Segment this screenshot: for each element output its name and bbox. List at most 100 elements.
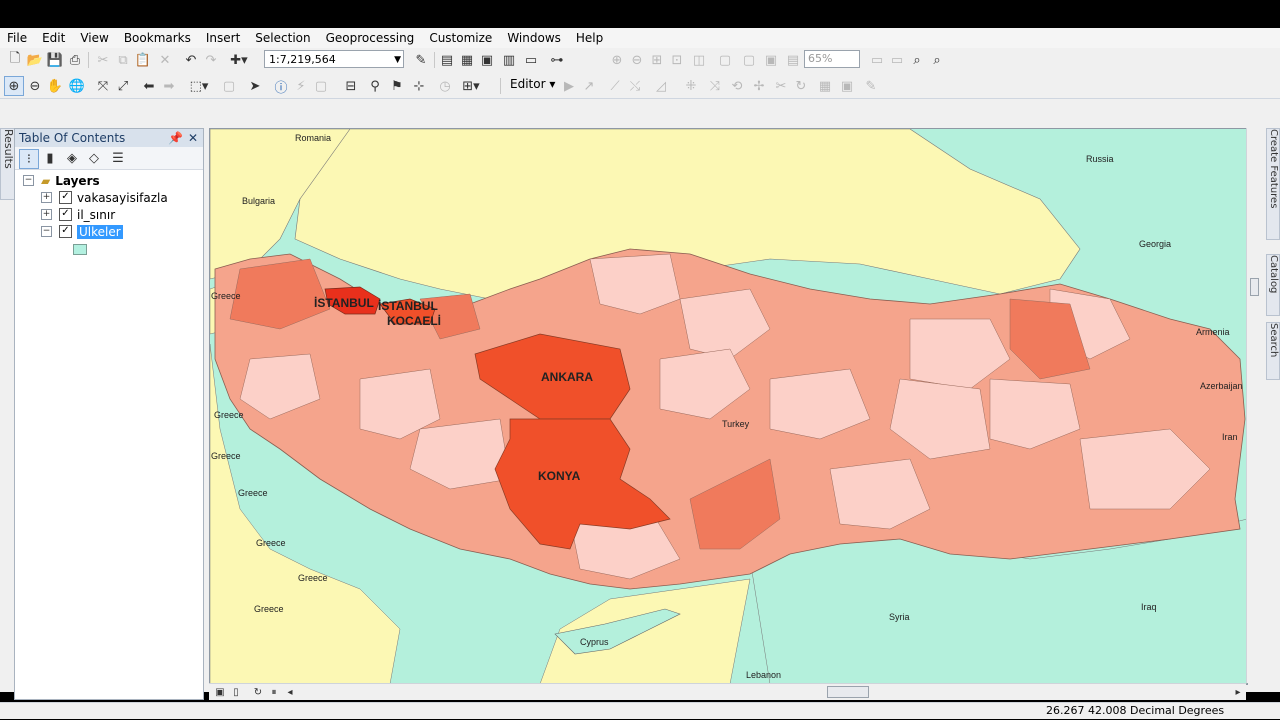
python-icon[interactable]: ▭ — [522, 51, 540, 69]
copy-icon[interactable]: ⧉ — [114, 51, 132, 69]
add-data-icon[interactable]: ✚▾ — [230, 51, 248, 69]
scroll-left-icon[interactable]: ◂ — [281, 683, 299, 701]
menu-customize[interactable]: Customize — [422, 31, 500, 45]
select-elements-icon[interactable]: ➤ — [246, 77, 264, 95]
edit-tool-icon[interactable]: ▶ — [560, 77, 578, 95]
zoom-100-icon[interactable]: ⊡ — [668, 51, 686, 69]
menu-view[interactable]: View — [73, 31, 116, 45]
catalog-tab[interactable]: Catalog — [1266, 254, 1280, 316]
layer-visibility-checkbox[interactable]: ✓ — [59, 208, 72, 221]
table-icon[interactable]: ▤ — [438, 51, 456, 69]
route-icon[interactable]: ⚑ — [388, 77, 406, 95]
expand-icon[interactable]: + — [41, 192, 52, 203]
forward-arrow-icon[interactable]: ➡ — [160, 77, 178, 95]
layers-root[interactable]: − ▰ Layers — [23, 172, 100, 189]
construction-tools-icon[interactable]: ◿ — [652, 77, 670, 95]
undo-icon[interactable]: ↶ — [182, 51, 200, 69]
arctoolbox-icon[interactable]: ▥ — [500, 51, 518, 69]
scroll-right-icon[interactable]: ▸ — [1229, 683, 1247, 701]
toggle-draft-icon[interactable]: ▢ — [716, 51, 734, 69]
menu-bookmarks[interactable]: Bookmarks — [117, 31, 199, 45]
collapse-icon[interactable]: − — [23, 175, 34, 186]
select-features-icon[interactable]: ⬚▾ — [190, 77, 209, 95]
menu-file[interactable]: File — [0, 31, 35, 45]
horizontal-scrollbar[interactable]: ▣ ▯ ↻ ⏸ ◂ ▸ — [209, 683, 1246, 700]
change-layout-icon[interactable]: ▣ — [762, 51, 780, 69]
data-view-icon[interactable]: ▭ — [888, 51, 906, 69]
list-by-drawing-order-icon[interactable]: ⁝ — [19, 149, 39, 169]
delete-icon[interactable]: ✕ — [156, 51, 174, 69]
layout-view-button-icon[interactable]: ▯ — [227, 683, 245, 701]
zoom-in-fixed-icon[interactable]: ⊕ — [608, 51, 626, 69]
search-window-icon[interactable]: ▣ — [478, 51, 496, 69]
menu-edit[interactable]: Edit — [35, 31, 73, 45]
collapse-icon[interactable]: − — [41, 226, 52, 237]
new-document-icon[interactable]: 🗋 — [6, 51, 24, 69]
edit-annotation-icon[interactable]: ↗ — [580, 77, 598, 95]
search-tab[interactable]: Search — [1266, 322, 1280, 380]
list-by-selection-icon[interactable]: ◇ — [85, 149, 103, 167]
map-scale-combobox[interactable]: 1:7,219,564 ▼ — [264, 50, 404, 68]
find-route-icon[interactable]: ⌕ — [928, 51, 946, 69]
time-slider-icon[interactable]: ◷ — [436, 77, 454, 95]
zoom-out-fixed-icon[interactable]: ⊖ — [628, 51, 646, 69]
sketch-props-icon[interactable]: ↻ — [792, 77, 810, 95]
close-icon[interactable]: ✕ — [188, 129, 198, 147]
redo-icon[interactable]: ↷ — [202, 51, 220, 69]
menu-insert[interactable]: Insert — [199, 31, 248, 45]
list-by-source-icon[interactable]: ▮ — [41, 149, 59, 167]
create-features-tab[interactable]: Create Features — [1266, 128, 1280, 240]
cut-icon[interactable]: ✂ — [94, 51, 112, 69]
save-icon[interactable]: 💾 — [46, 51, 64, 69]
scroll-thumb[interactable] — [1250, 278, 1259, 296]
pin-icon[interactable]: 📌 — [168, 129, 183, 147]
html-popup-icon[interactable]: ▢ — [312, 77, 330, 95]
snapping-icon[interactable]: ⁜ — [682, 77, 700, 95]
list-by-visibility-icon[interactable]: ◈ — [63, 149, 81, 167]
open-folder-icon[interactable]: 📂 — [26, 51, 44, 69]
create-viewer-icon[interactable]: ⊞▾ — [462, 77, 480, 95]
print-icon[interactable]: ⎙ — [66, 51, 84, 69]
layer-row-vakasayisifazla[interactable]: + ✓ vakasayisifazla — [41, 189, 168, 206]
layer-row-il-sinir[interactable]: + ✓ il_sınır — [41, 206, 115, 223]
clear-selection-icon[interactable]: ▢ — [220, 77, 238, 95]
editor-toolbar-icon[interactable]: ✎ — [412, 51, 430, 69]
zoom-whole-page-icon[interactable]: ⊞ — [648, 51, 666, 69]
binoculars-icon[interactable]: ⌕ — [908, 51, 926, 69]
data-driven-pages-icon[interactable]: ▤ — [784, 51, 802, 69]
expand-icon[interactable]: + — [41, 209, 52, 220]
options-icon[interactable]: ☰ — [109, 149, 127, 167]
map-canvas[interactable]: Romania Russia Bulgaria Georgia Greece G… — [210, 129, 1247, 684]
paste-icon[interactable]: 📋 — [134, 51, 152, 69]
find-icon[interactable]: ⚲ — [366, 77, 384, 95]
sketch-icon[interactable]: ▣ — [838, 77, 856, 95]
catalog-icon[interactable]: ▦ — [458, 51, 476, 69]
vertical-scrollbar[interactable] — [1246, 128, 1261, 683]
identify-icon[interactable]: ⓘ — [272, 77, 290, 96]
full-extent-icon[interactable]: 🌐 — [68, 77, 86, 95]
zoom-in-icon[interactable]: ⊕ — [4, 76, 24, 96]
focus-data-frame-icon[interactable]: ▢ — [740, 51, 758, 69]
menu-geoprocessing[interactable]: Geoprocessing — [319, 31, 423, 45]
layer-visibility-checkbox[interactable]: ✓ — [59, 225, 72, 238]
create-features-icon[interactable]: ✎ — [862, 77, 880, 95]
zoom-out-icon[interactable]: ⊖ — [26, 77, 44, 95]
layout-zoom-combobox[interactable]: 65% — [804, 50, 860, 68]
layer-visibility-checkbox[interactable]: ✓ — [59, 191, 72, 204]
back-arrow-icon[interactable]: ⬅ — [140, 77, 158, 95]
trace-icon[interactable]: ⤯ — [626, 77, 644, 95]
map-display[interactable]: Romania Russia Bulgaria Georgia Greece G… — [209, 128, 1248, 685]
prev-extent-icon[interactable]: ◫ — [690, 51, 708, 69]
menu-selection[interactable]: Selection — [248, 31, 318, 45]
layer-row-ulkeler[interactable]: − ✓ Ulkeler — [41, 223, 123, 240]
goto-xy-icon[interactable]: ⊹ — [410, 77, 428, 95]
scroll-thumb[interactable] — [827, 686, 869, 698]
hyperlink-icon[interactable]: ⚡ — [292, 77, 310, 95]
pan-hand-icon[interactable]: ✋ — [46, 77, 64, 95]
menu-help[interactable]: Help — [569, 31, 611, 45]
fixed-zoom-in-icon[interactable]: ⤧ — [94, 77, 112, 95]
straight-segment-icon[interactable]: ⟋ — [606, 77, 624, 95]
menu-windows[interactable]: Windows — [500, 31, 569, 45]
fixed-zoom-out-icon[interactable]: ⤢ — [114, 77, 132, 95]
reshape-icon[interactable]: ⟲ — [728, 77, 746, 95]
